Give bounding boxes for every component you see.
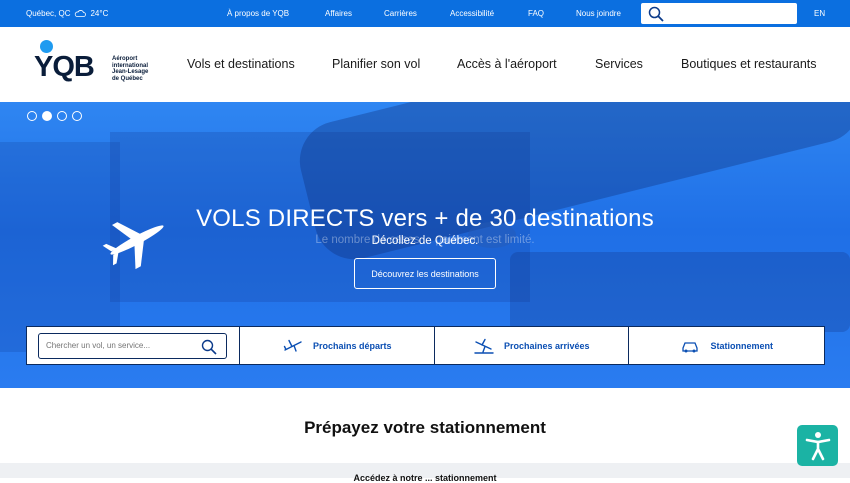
departure-plane-icon	[283, 339, 302, 352]
accessibility-icon	[805, 431, 830, 460]
toplink-business[interactable]: Affaires	[325, 9, 352, 18]
car-icon	[682, 341, 699, 352]
carousel-dot-4[interactable]	[72, 111, 82, 121]
nav-shops-restaurants[interactable]: Boutiques et restaurants	[681, 57, 817, 71]
nav-airport-access[interactable]: Accès à l'aéroport	[457, 57, 557, 71]
quick-access-bar: Prochains départs Prochaines arrivées St…	[26, 326, 825, 365]
top-utility-bar: Québec, QC 24°C À propos de YQB Affaires…	[0, 0, 850, 27]
toplink-accessibility[interactable]: Accessibilité	[450, 9, 494, 18]
carousel-dot-2[interactable]	[42, 111, 52, 121]
main-header: YQB Aéroport international Jean-Lesage d…	[0, 27, 850, 102]
nav-flights-destinations[interactable]: Vols et destinations	[187, 57, 295, 71]
weather-temperature: 24°C	[90, 9, 109, 18]
nav-plan-flight[interactable]: Planifier son vol	[332, 57, 420, 71]
quick-search-input[interactable]	[46, 338, 196, 353]
quick-search-cell	[27, 327, 239, 364]
carousel-dots	[27, 111, 82, 121]
section-title: Prépayez votre stationnement	[304, 418, 546, 437]
toplink-faq[interactable]: FAQ	[528, 9, 544, 18]
top-search-box[interactable]	[641, 3, 797, 24]
toplink-careers[interactable]: Carrières	[384, 9, 417, 18]
hero-banner: VOLS DIRECTS vers + de 30 destinations L…	[0, 102, 850, 388]
quick-departures[interactable]: Prochains départs	[239, 327, 434, 364]
quick-parking[interactable]: Stationnement	[628, 327, 824, 364]
search-icon[interactable]	[648, 6, 664, 22]
nav-services[interactable]: Services	[595, 57, 643, 71]
yqb-logo[interactable]: YQB Aéroport international Jean-Lesage d…	[34, 40, 154, 86]
hero-parked-cars	[510, 252, 850, 332]
logo-mark: YQB	[34, 51, 95, 83]
toplink-about[interactable]: À propos de YQB	[227, 9, 289, 18]
weather-location: Québec, QC	[26, 9, 71, 18]
hero-title: VOLS DIRECTS vers + de 30 destinations	[196, 205, 654, 232]
quick-arrivals-label: Prochaines arrivées	[503, 340, 590, 351]
quick-arrivals[interactable]: Prochaines arrivées	[433, 327, 629, 364]
top-search-input[interactable]	[669, 5, 793, 22]
accessibility-button[interactable]	[797, 425, 838, 466]
toplink-contact[interactable]: Nous joindre	[576, 9, 621, 18]
cloud-icon	[75, 10, 87, 17]
quick-parking-label: Stationnement	[710, 340, 773, 351]
logo-subtitle: Aéroport international Jean-Lesage de Qu…	[112, 56, 149, 82]
hero-subtitle: Décollez de Québec.	[371, 235, 479, 247]
carousel-dot-1[interactable]	[27, 111, 37, 121]
search-icon[interactable]	[199, 339, 219, 355]
discover-destinations-button[interactable]: Découvrez les destinations	[354, 258, 496, 289]
section-strip: Accédez à notre ... stationnement	[0, 463, 850, 483]
quick-search-box[interactable]	[38, 332, 227, 359]
weather-widget: Québec, QC 24°C	[26, 9, 108, 18]
section-strip-text: Accédez à notre ... stationnement	[353, 473, 497, 483]
quick-departures-label: Prochains départs	[312, 340, 392, 351]
language-toggle[interactable]: EN	[814, 9, 825, 18]
carousel-dot-3[interactable]	[57, 111, 67, 121]
arrival-plane-icon	[474, 338, 494, 354]
